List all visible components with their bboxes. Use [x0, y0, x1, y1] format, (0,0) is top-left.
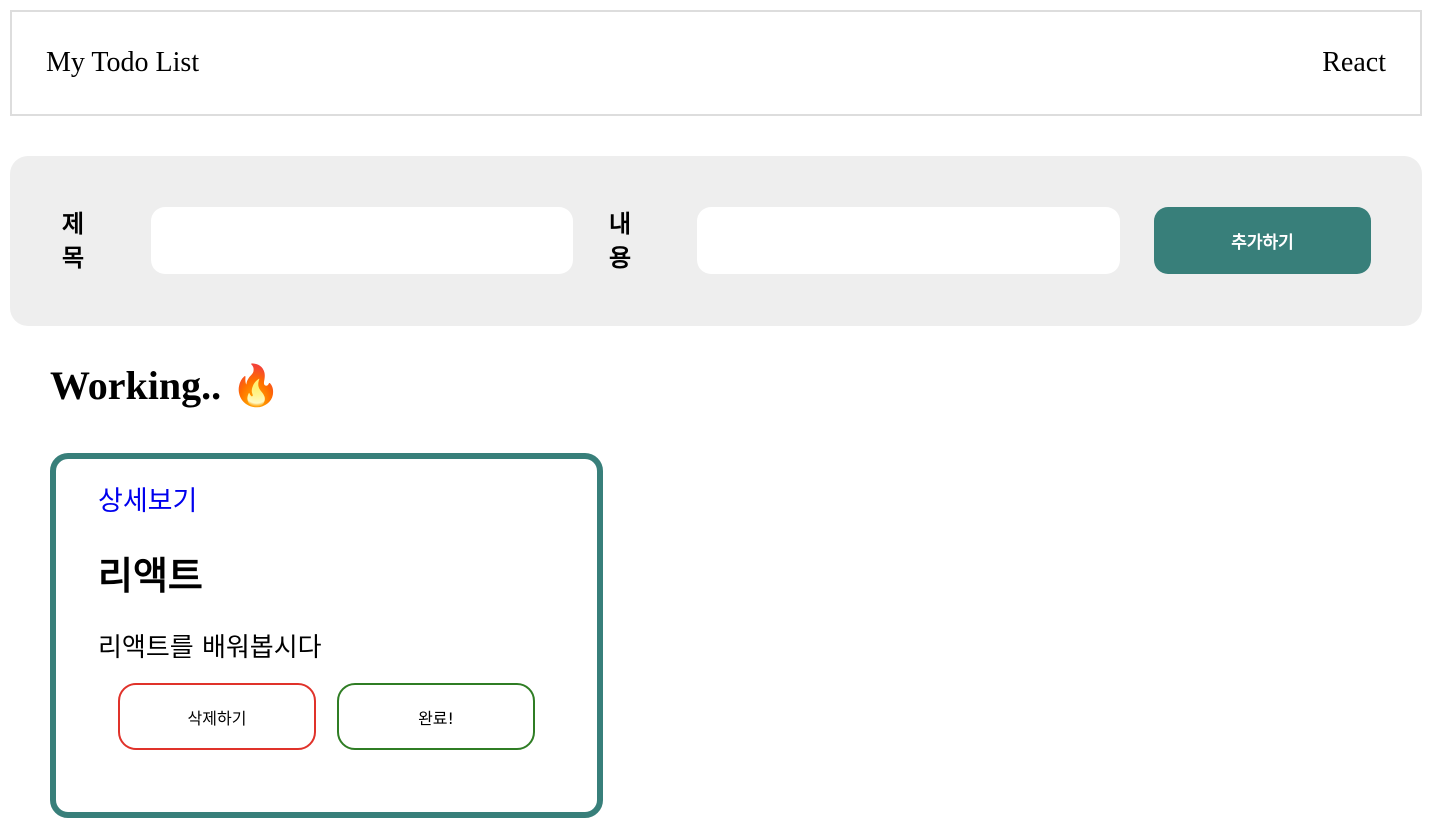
todo-card: 상세보기 리액트 리액트를 배워봅시다 삭제하기 완료! [50, 453, 603, 818]
header-right-text: React [1322, 47, 1386, 78]
content-label: 내용 [608, 210, 632, 272]
add-todo-form: 제목 내용 추가하기 [10, 156, 1422, 326]
title-input[interactable] [151, 207, 573, 274]
delete-button[interactable]: 삭제하기 [118, 683, 316, 750]
working-heading: Working.. 🔥 [50, 363, 281, 408]
app-title: My Todo List [46, 47, 200, 78]
detail-link[interactable]: 상세보기 [98, 479, 197, 518]
add-button[interactable]: 추가하기 [1154, 207, 1371, 274]
title-label: 제목 [61, 210, 85, 272]
complete-button[interactable]: 완료! [337, 683, 535, 750]
app-header: My Todo List React [10, 10, 1422, 116]
todo-body: 리액트를 배워봅시다 [98, 633, 322, 663]
todo-title: 리액트 [98, 553, 203, 598]
content-input[interactable] [697, 207, 1120, 274]
